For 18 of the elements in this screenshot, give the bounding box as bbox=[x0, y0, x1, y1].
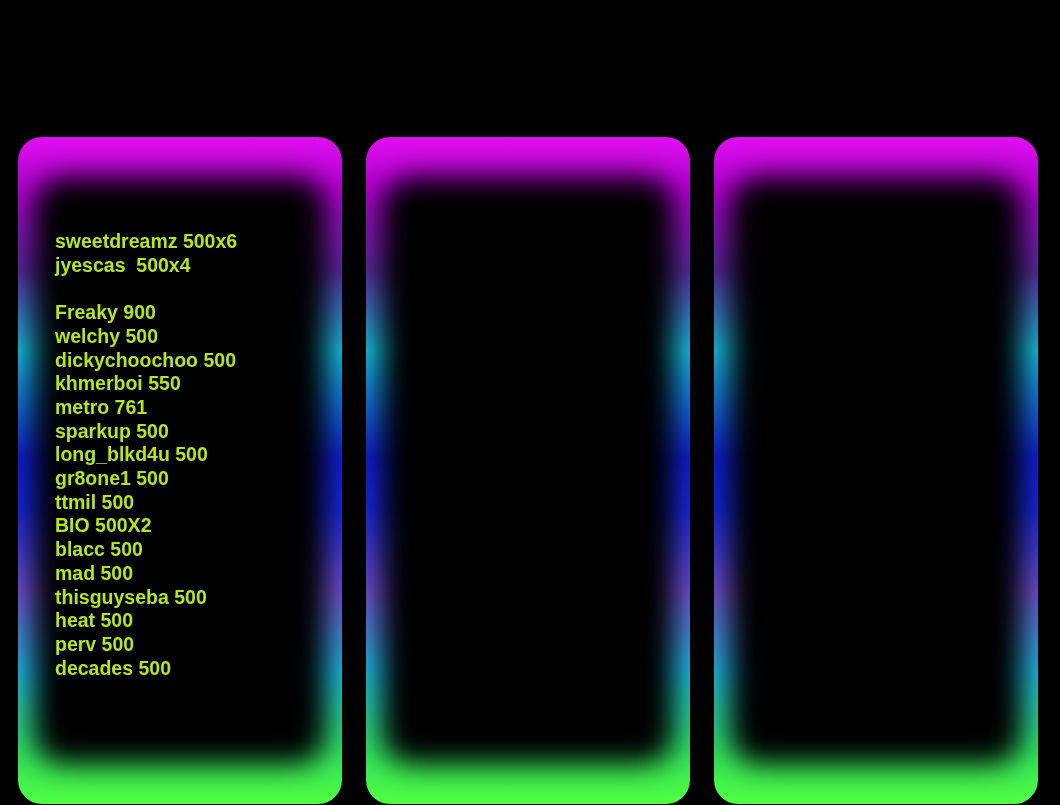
entry-text: khmerboi 550 bbox=[55, 372, 181, 396]
entry-text: metro 761 bbox=[55, 395, 148, 420]
entry-text: welchy 500 bbox=[55, 324, 158, 349]
entry-text: gr8one1 500 bbox=[55, 467, 169, 491]
entry-text: decades 500 bbox=[55, 656, 171, 681]
entry-text: mad 500 bbox=[55, 561, 134, 586]
entry-text: ttmil 500 bbox=[55, 490, 135, 515]
entry-text: jyescas 500x4 bbox=[55, 253, 191, 278]
entry-text: BIO 500X2 bbox=[55, 514, 152, 539]
entry-text: dickychoochoo 500 bbox=[55, 348, 236, 373]
entry-text: perv 500 bbox=[55, 632, 135, 657]
entry-text: Freaky 900 bbox=[55, 301, 156, 325]
entry-text: sparkup 500 bbox=[55, 419, 169, 444]
entry-text: long_blkd4u 500 bbox=[55, 443, 208, 467]
entry-text: heat 500 bbox=[55, 609, 134, 633]
entry-text: sweetdreamz 500x6 bbox=[55, 230, 238, 254]
entry-text: blacc 500 bbox=[55, 538, 143, 562]
entry-text: thisguyseba 500 bbox=[55, 585, 207, 610]
